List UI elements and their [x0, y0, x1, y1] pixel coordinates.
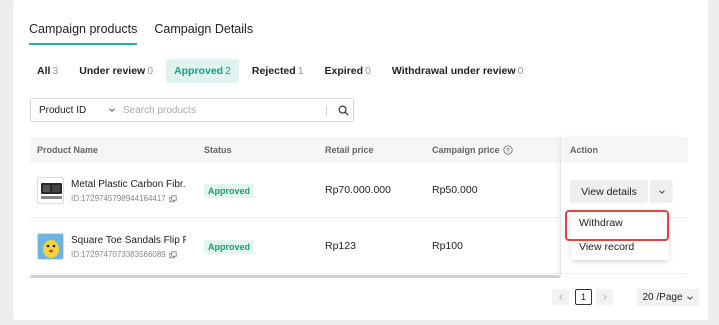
tab-bar: Campaign products Campaign Details: [29, 22, 253, 45]
status-badge: Approved: [204, 240, 255, 254]
tab-campaign-products[interactable]: Campaign products: [29, 22, 138, 45]
search-field-select[interactable]: Product ID: [31, 105, 123, 116]
chevron-down-icon: [658, 189, 665, 194]
col-product-name: Product Name: [37, 145, 99, 155]
chevron-down-icon: [686, 295, 693, 300]
horizontal-scrollbar[interactable]: [30, 275, 560, 278]
filter-label: Withdrawal under review: [391, 65, 516, 77]
prev-page-button[interactable]: [552, 289, 569, 305]
status-filter-bar: All 3 Under review 0 Approved 2 Rejected 1 E…: [29, 59, 536, 83]
next-page-button[interactable]: [596, 289, 613, 305]
col-status: Status: [204, 145, 232, 155]
view-details-button[interactable]: View details: [570, 180, 648, 203]
filter-count: 0: [517, 65, 524, 77]
chevron-down-icon: [109, 108, 115, 112]
filter-under-review[interactable]: Under review 0: [71, 59, 161, 83]
filter-rejected[interactable]: Rejected 1: [244, 59, 312, 83]
campaign-price: Rp50.000: [432, 184, 478, 196]
filter-expired[interactable]: Expired 0: [317, 59, 379, 83]
copy-icon[interactable]: [169, 194, 177, 203]
filter-count: 0: [147, 65, 154, 77]
product-id: ID:1729745798944164417: [71, 194, 177, 203]
product-thumbnail: [37, 177, 64, 204]
search-bar: Product ID: [30, 98, 354, 122]
filter-label: Rejected: [251, 65, 296, 77]
search-field-value: Product ID: [39, 104, 87, 116]
page-size-select[interactable]: 20 /Page: [637, 289, 699, 306]
retail-price: Rp123: [325, 240, 356, 252]
product-thumbnail: [37, 233, 64, 260]
product-id-text: ID:1729745798944164417: [71, 194, 166, 203]
filter-count: 2: [225, 65, 231, 77]
chevron-right-icon: [602, 294, 607, 300]
filter-all[interactable]: All 3: [29, 59, 66, 83]
col-retail-price: Retail price: [325, 145, 374, 155]
filter-label: Expired: [324, 65, 364, 77]
filter-count: 0: [365, 65, 371, 77]
retail-price: Rp70.000.000: [325, 184, 391, 196]
product-id-text: ID:1729747073383566089: [71, 250, 166, 259]
filter-count: 1: [297, 65, 304, 77]
search-input[interactable]: [123, 100, 326, 120]
search-divider: [326, 105, 327, 115]
campaign-price: Rp100: [432, 240, 463, 252]
more-actions-button[interactable]: [650, 180, 673, 203]
search-icon[interactable]: [333, 105, 353, 116]
chevron-left-icon: [558, 294, 563, 300]
withdraw-menu-item[interactable]: Withdraw: [579, 217, 623, 229]
filter-count: 3: [52, 65, 59, 77]
product-name[interactable]: Metal Plastic Carbon Fibr...: [71, 179, 186, 190]
view-record-menu-item[interactable]: View record: [579, 241, 634, 253]
help-icon[interactable]: ?: [502, 145, 513, 155]
page-size-value: 20 /Page: [642, 292, 683, 303]
svg-text:?: ?: [506, 147, 510, 154]
filter-label: Under review: [79, 65, 146, 77]
filter-approved[interactable]: Approved 2: [166, 59, 239, 83]
filter-label: Approved: [174, 65, 224, 77]
product-name[interactable]: Square Toe Sandals Flip F...: [71, 235, 186, 246]
actions-dropdown-menu: Withdraw View record: [571, 210, 669, 260]
page-number-button[interactable]: 1: [575, 289, 592, 305]
filter-label: All: [37, 65, 51, 77]
campaign-card: Campaign products Campaign Details All 3 …: [13, 0, 708, 320]
col-campaign-price: Campaign price ?: [432, 145, 513, 155]
status-badge: Approved: [204, 184, 255, 198]
copy-icon[interactable]: [169, 250, 177, 259]
product-id: ID:1729747073383566089: [71, 250, 177, 259]
filter-withdrawal-under-review[interactable]: Withdrawal under review 0: [384, 59, 531, 83]
tab-campaign-details[interactable]: Campaign Details: [154, 22, 253, 45]
col-campaign-price-label: Campaign price: [432, 145, 500, 155]
